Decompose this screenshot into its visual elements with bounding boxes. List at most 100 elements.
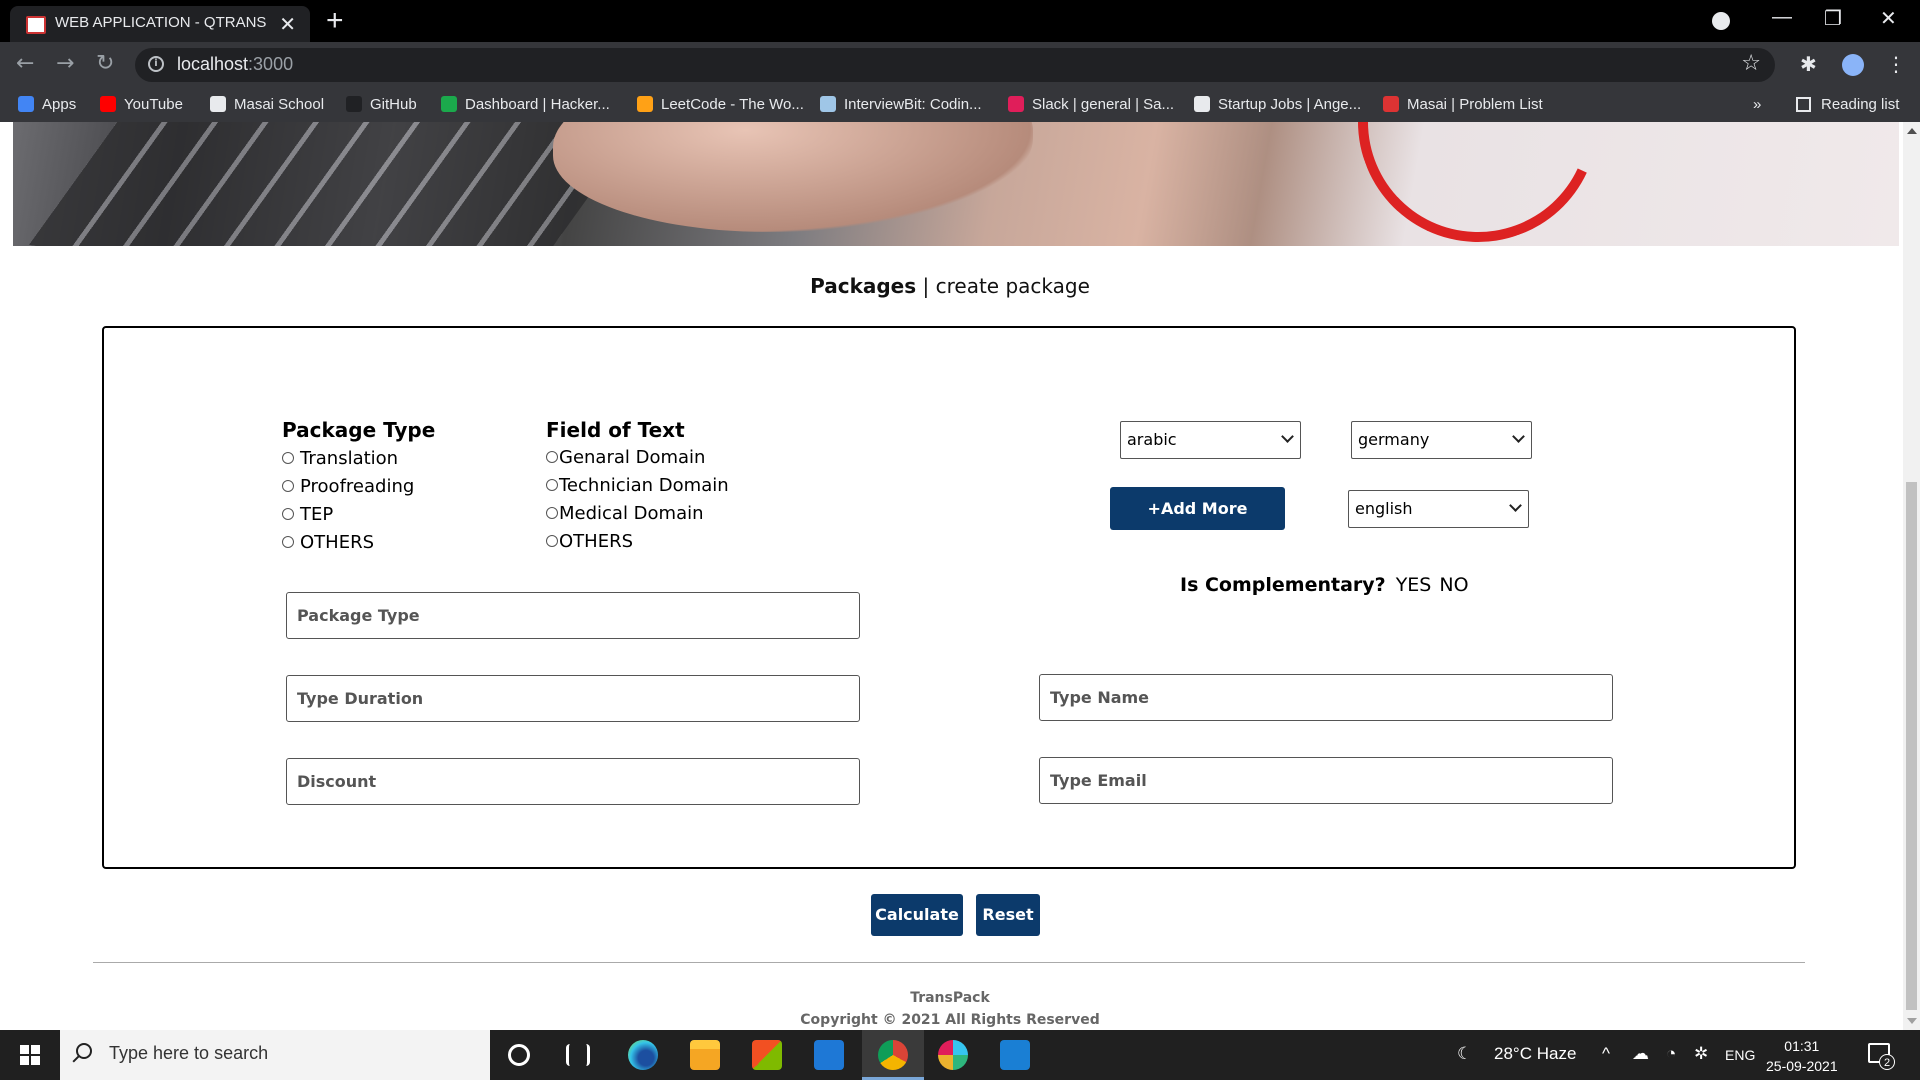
source-language-select[interactable]: arabic [1120, 421, 1301, 459]
site-info-icon[interactable]: i [148, 56, 164, 72]
mail-icon[interactable] [814, 1040, 844, 1070]
page-scrollbar[interactable] [1903, 122, 1920, 1030]
windows-start-icon[interactable] [20, 1045, 40, 1065]
reading-list-icon [1796, 97, 1811, 112]
complementary-yes[interactable]: YES [1396, 574, 1432, 596]
reset-button[interactable]: Reset [976, 894, 1040, 936]
reload-icon[interactable]: ↻ [96, 51, 114, 76]
tab-title: WEB APPLICATION - QTRANS [55, 14, 267, 31]
radio-general-domain[interactable]: Genaral Domain [546, 447, 705, 468]
tray-chevron-icon[interactable]: ^ [1602, 1044, 1610, 1064]
radio-button[interactable] [282, 536, 294, 548]
browser-tab[interactable]: WEB APPLICATION - QTRANS ✕ [10, 6, 310, 42]
duration-input[interactable]: Type Duration [286, 675, 860, 722]
task-view-icon[interactable] [566, 1044, 590, 1066]
volume-icon[interactable]: ✲ [1694, 1044, 1708, 1064]
chevron-down-icon [1281, 430, 1294, 443]
slack-taskbar-icon[interactable] [938, 1040, 968, 1070]
footer-divider [93, 962, 1805, 963]
masai-problem-icon [1383, 96, 1399, 112]
bookmark-item[interactable]: Masai School [210, 96, 324, 113]
bookmark-star-icon[interactable]: ☆ [1741, 51, 1761, 76]
system-clock[interactable]: 01:31 25-09-2021 [1766, 1036, 1838, 1076]
file-explorer-icon[interactable] [690, 1040, 720, 1070]
cortana-icon[interactable] [508, 1044, 530, 1066]
minimize-icon[interactable]: — [1772, 6, 1792, 29]
url-text[interactable]: localhost:3000 [177, 54, 293, 75]
network-icon[interactable]: ◔ [1666, 1044, 1676, 1064]
new-tab-button[interactable]: + [326, 4, 344, 38]
bookmark-item[interactable]: InterviewBit: Codin... [820, 96, 982, 113]
onedrive-icon[interactable]: ☁ [1632, 1044, 1649, 1064]
apps-grid-icon [18, 96, 34, 112]
target-language-select[interactable]: germany [1351, 421, 1532, 459]
bookmark-item[interactable]: LeetCode - The Wo... [637, 96, 804, 113]
discount-input[interactable]: Discount [286, 758, 860, 805]
additional-language-select[interactable]: english [1348, 490, 1529, 528]
radio-button[interactable] [546, 507, 558, 519]
address-bar[interactable]: i localhost:3000 ☆ [135, 48, 1775, 82]
scroll-thumb[interactable] [1906, 482, 1917, 1010]
bookmark-item[interactable]: Apps [18, 96, 76, 113]
tab-close-icon[interactable]: ✕ [279, 12, 296, 37]
email-input[interactable]: Type Email [1039, 757, 1613, 804]
name-input[interactable]: Type Name [1039, 674, 1613, 721]
bookmark-item[interactable]: Dashboard | Hacker... [441, 96, 610, 113]
leetcode-icon [637, 96, 653, 112]
bookmarks-overflow-button[interactable]: » [1753, 96, 1761, 113]
back-icon[interactable]: ← [16, 51, 34, 76]
reading-list-button[interactable]: Reading list [1796, 96, 1899, 113]
radio-package-others[interactable]: OTHERS [282, 532, 374, 553]
bookmark-label: Masai School [234, 96, 325, 113]
select-value: germany [1358, 430, 1430, 449]
bookmark-label: Slack | general | Sa... [1032, 96, 1175, 113]
bookmark-item[interactable]: YouTube [100, 96, 183, 113]
radio-button[interactable] [546, 479, 558, 491]
microsoft-store-icon[interactable] [752, 1040, 782, 1070]
window-close-icon[interactable]: ✕ [1880, 6, 1897, 31]
radio-button[interactable] [282, 452, 294, 464]
bookmark-item[interactable]: GitHub [346, 96, 417, 113]
edge-browser-icon[interactable] [628, 1040, 658, 1070]
complementary-no[interactable]: NO [1439, 574, 1468, 596]
scroll-up-arrow-icon[interactable] [1907, 128, 1917, 134]
scroll-down-arrow-icon[interactable] [1907, 1018, 1917, 1024]
extensions-icon[interactable]: ✱ [1800, 52, 1817, 76]
forward-icon[interactable]: → [56, 51, 74, 76]
language-indicator[interactable]: ENG [1725, 1047, 1755, 1063]
radio-button[interactable] [282, 508, 294, 520]
package-type-input[interactable]: Package Type [286, 592, 860, 639]
radio-tep[interactable]: TEP [282, 504, 333, 525]
bookmark-item[interactable]: Masai | Problem List [1383, 96, 1543, 113]
select-value: english [1355, 499, 1413, 518]
browser-menu-icon[interactable]: ⋮ [1886, 52, 1906, 76]
radio-field-others[interactable]: OTHERS [546, 531, 633, 552]
browser-tab-bar: WEB APPLICATION - QTRANS ✕ + — ❐ ✕ [0, 0, 1920, 42]
radio-button[interactable] [546, 535, 558, 547]
weather-text[interactable]: 28°C Haze [1494, 1044, 1576, 1064]
bookmark-item[interactable]: Slack | general | Sa... [1008, 96, 1174, 113]
taskbar-search-box[interactable]: Type here to search [60, 1030, 490, 1080]
bookmark-label: Startup Jobs | Ange... [1218, 96, 1362, 113]
radio-technician-domain[interactable]: Technician Domain [546, 475, 729, 496]
radio-button[interactable] [546, 451, 558, 463]
bookmark-item[interactable]: Startup Jobs | Ange... [1194, 96, 1361, 113]
search-icon [76, 1043, 92, 1059]
tab-search-icon[interactable] [1712, 12, 1730, 30]
breadcrumb-page: create package [935, 274, 1090, 298]
bookmark-label: InterviewBit: Codin... [844, 96, 982, 113]
radio-medical-domain[interactable]: Medical Domain [546, 503, 704, 524]
chrome-taskbar-button[interactable] [862, 1030, 924, 1080]
slack-icon [1008, 96, 1024, 112]
radio-translation[interactable]: Translation [282, 448, 398, 469]
add-more-button[interactable]: +Add More [1110, 487, 1285, 530]
radio-proofreading[interactable]: Proofreading [282, 476, 414, 497]
restore-icon[interactable]: ❐ [1824, 6, 1842, 31]
profile-avatar[interactable] [1842, 54, 1864, 76]
radio-button[interactable] [282, 480, 294, 492]
calculate-button[interactable]: Calculate [871, 894, 963, 936]
package-type-title: Package Type [282, 418, 436, 442]
clock-date: 25-09-2021 [1766, 1058, 1838, 1074]
vscode-icon[interactable] [1000, 1040, 1030, 1070]
notification-count-badge: 2 [1879, 1054, 1895, 1070]
